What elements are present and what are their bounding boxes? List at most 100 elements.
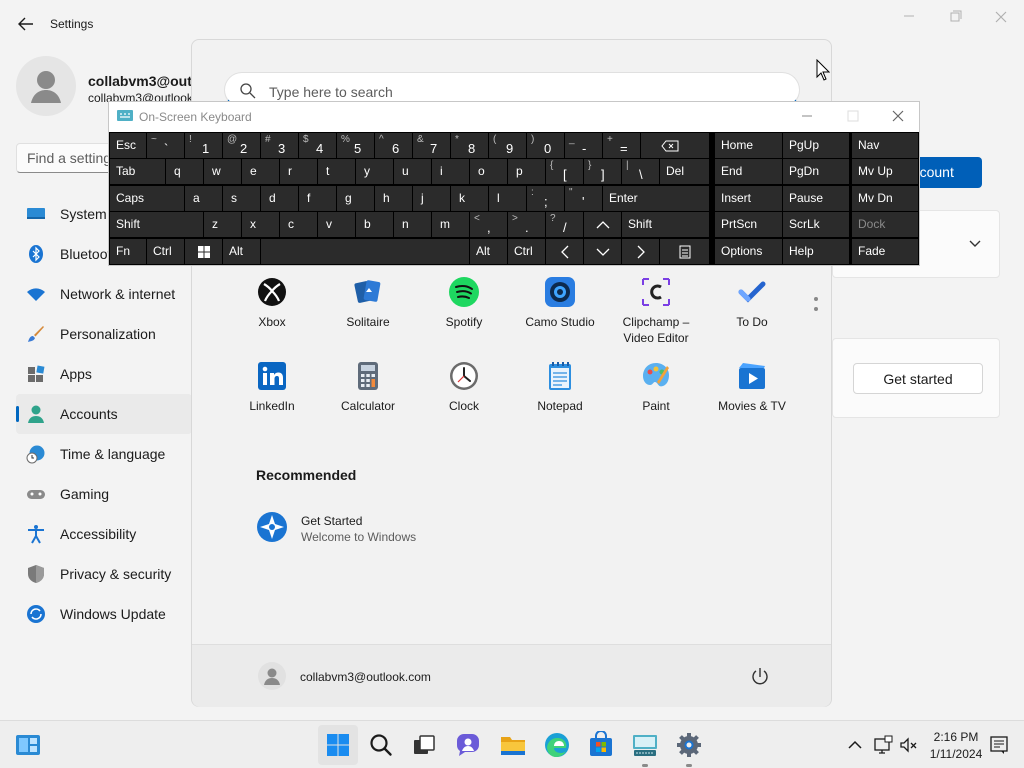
- sidebar-item-network[interactable]: Network & internet: [16, 274, 192, 314]
- key-4[interactable]: $4: [299, 133, 336, 158]
- key-pause[interactable]: Pause: [783, 186, 849, 211]
- search-icon[interactable]: [367, 731, 395, 759]
- app-clipchamp[interactable]: Clipchamp – Video Editor: [608, 276, 704, 346]
- key-left-alt[interactable]: Alt: [223, 239, 260, 264]
- key-0[interactable]: ) 0: [527, 133, 564, 158]
- key-w[interactable]: w: [204, 159, 241, 184]
- app-clock[interactable]: Clock: [416, 360, 512, 414]
- key-left-arrow[interactable]: [546, 239, 583, 264]
- task-view-icon[interactable]: [410, 731, 438, 759]
- app-notepad[interactable]: Notepad: [512, 360, 608, 414]
- key-down-arrow[interactable]: [584, 239, 621, 264]
- start-icon[interactable]: [324, 731, 352, 759]
- key-x[interactable]: x: [242, 212, 279, 237]
- key-s[interactable]: s: [223, 186, 260, 211]
- osk-titlebar[interactable]: On-Screen Keyboard: [109, 102, 919, 131]
- key-quote[interactable]: " ': [565, 186, 602, 211]
- key-equal[interactable]: + =: [603, 133, 640, 158]
- close-icon[interactable]: [892, 110, 904, 122]
- key-o[interactable]: o: [470, 159, 507, 184]
- key-insert[interactable]: Insert: [715, 186, 782, 211]
- key-m[interactable]: m: [432, 212, 469, 237]
- app-movies-tv[interactable]: Movies & TV: [704, 360, 800, 414]
- key-7[interactable]: & 7: [413, 133, 450, 158]
- sidebar-item-accounts[interactable]: Accounts: [16, 394, 192, 434]
- chevron-up-icon[interactable]: [845, 735, 865, 755]
- maximize-icon[interactable]: [847, 110, 859, 122]
- close-icon[interactable]: [989, 8, 1013, 28]
- power-icon[interactable]: [749, 666, 771, 688]
- key-pgdn[interactable]: PgDn: [783, 159, 849, 184]
- key-u[interactable]: u: [394, 159, 431, 184]
- footer-username[interactable]: collabvm3@outlook.com: [300, 670, 431, 684]
- key-6[interactable]: ^ 6: [375, 133, 412, 158]
- key-options[interactable]: Options: [715, 239, 782, 264]
- sidebar-item-apps[interactable]: Apps: [16, 354, 192, 394]
- more-pages-icon[interactable]: [813, 296, 819, 316]
- key-right-ctrl[interactable]: Ctrl: [508, 239, 545, 264]
- key-h[interactable]: h: [375, 186, 412, 211]
- app-solitaire[interactable]: Solitaire: [320, 276, 416, 330]
- user-avatar[interactable]: [258, 662, 286, 690]
- key-esc[interactable]: Esc: [110, 133, 146, 158]
- key-fade[interactable]: Fade: [852, 239, 918, 264]
- key-f[interactable]: f: [299, 186, 336, 211]
- widgets-icon[interactable]: [14, 731, 42, 759]
- sidebar-item-gaming[interactable]: Gaming: [16, 474, 192, 514]
- key-end[interactable]: End: [715, 159, 782, 184]
- key-scrlk[interactable]: ScrLk: [783, 212, 849, 237]
- key-tilde[interactable]: ~ `: [147, 133, 184, 158]
- key-space[interactable]: [261, 239, 469, 264]
- key-l[interactable]: l: [489, 186, 526, 211]
- key-k[interactable]: k: [451, 186, 488, 211]
- key-q[interactable]: q: [166, 159, 203, 184]
- key-v[interactable]: v: [318, 212, 355, 237]
- sidebar-item-personalization[interactable]: Personalization: [16, 314, 192, 354]
- key-tab[interactable]: Tab: [110, 159, 165, 184]
- key-p[interactable]: p: [508, 159, 545, 184]
- key-windows[interactable]: [185, 239, 222, 264]
- app-camo-studio[interactable]: Camo Studio: [512, 276, 608, 330]
- chat-icon[interactable]: [454, 731, 482, 759]
- volume-muted-icon[interactable]: [898, 735, 918, 755]
- key-t[interactable]: t: [318, 159, 355, 184]
- app-xbox[interactable]: Xbox: [224, 276, 320, 330]
- settings-icon[interactable]: [675, 731, 703, 759]
- key-right-shift[interactable]: Shift: [622, 212, 709, 237]
- sidebar-item-accessibility[interactable]: Accessibility: [16, 514, 192, 554]
- key-minus[interactable]: _ -: [565, 133, 602, 158]
- sidebar-item-windows-update[interactable]: Windows Update: [16, 594, 192, 634]
- minimize-icon[interactable]: [801, 110, 813, 122]
- key-backslash[interactable]: | \: [622, 159, 659, 184]
- key-nav[interactable]: Nav: [852, 133, 918, 158]
- clock-time[interactable]: 2:16 PM: [926, 730, 986, 744]
- key-left-shift[interactable]: Shift: [110, 212, 203, 237]
- key-j[interactable]: j: [413, 186, 450, 211]
- key-z[interactable]: z: [204, 212, 241, 237]
- restore-icon[interactable]: [943, 8, 967, 28]
- sidebar-item-time-language[interactable]: Time & language: [16, 434, 192, 474]
- key-right-bracket[interactable]: }]: [584, 159, 621, 184]
- key-g[interactable]: g: [337, 186, 374, 211]
- key-up-arrow[interactable]: [584, 212, 621, 237]
- key-y[interactable]: y: [356, 159, 393, 184]
- app-spotify[interactable]: Spotify: [416, 276, 512, 330]
- recommended-item[interactable]: Get Started Welcome to Windows: [256, 511, 556, 547]
- key-n[interactable]: n: [394, 212, 431, 237]
- key-del[interactable]: Del: [660, 159, 709, 184]
- key-2[interactable]: @2: [223, 133, 260, 158]
- key-9[interactable]: (9: [489, 133, 526, 158]
- key-caps[interactable]: Caps: [110, 186, 184, 211]
- key-home[interactable]: Home: [715, 133, 782, 158]
- key-comma[interactable]: <,: [470, 212, 507, 237]
- key-d[interactable]: d: [261, 186, 298, 211]
- osk-icon[interactable]: [631, 731, 659, 759]
- store-icon[interactable]: [587, 731, 615, 759]
- app-paint[interactable]: Paint: [608, 360, 704, 414]
- key-semicolon[interactable]: :;: [527, 186, 564, 211]
- key-c[interactable]: c: [280, 212, 317, 237]
- key-backspace[interactable]: [641, 133, 709, 158]
- sidebar-item-privacy[interactable]: Privacy & security: [16, 554, 192, 594]
- key-r[interactable]: r: [280, 159, 317, 184]
- key-period[interactable]: >.: [508, 212, 545, 237]
